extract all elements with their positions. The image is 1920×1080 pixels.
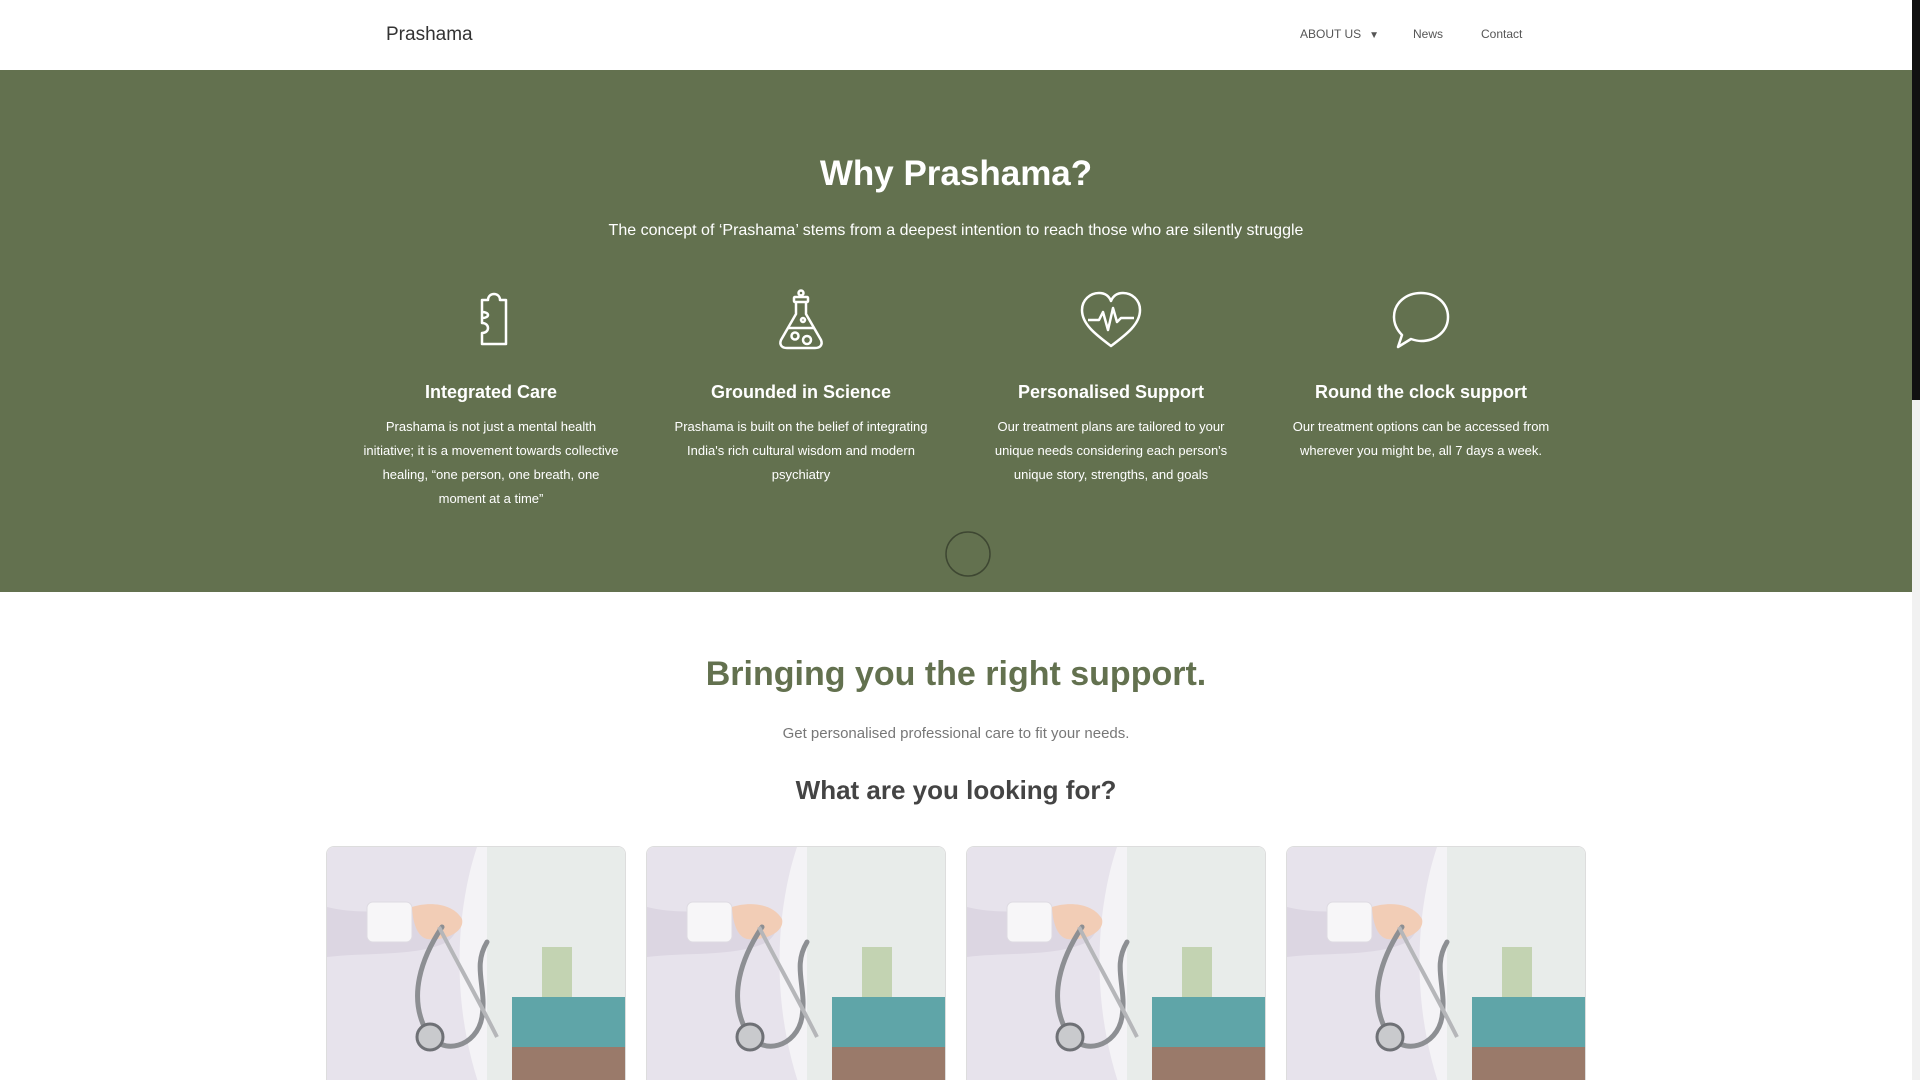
heartbeat-icon: [1080, 291, 1142, 348]
doctor-stethoscope-image: [647, 847, 945, 1080]
support-title: Bringing you the right support.: [705, 655, 1207, 693]
feature-text: Prashama is not just a mental health ini…: [363, 419, 619, 506]
site-header: Prashama ABOUT US ▼ News Contact: [0, 0, 1912, 70]
doctor-stethoscope-image: [1287, 847, 1585, 1080]
feature-grounded-in-science: Grounded in Science Prashama is built on…: [671, 288, 931, 487]
service-card[interactable]: [966, 846, 1266, 1080]
nav-about-label: ABOUT US: [1300, 27, 1362, 41]
flask-icon: [779, 289, 823, 350]
page-scrollbar-thumb[interactable]: [1912, 0, 1920, 400]
nav-contact[interactable]: Contact: [1481, 27, 1522, 41]
feature-integrated-care: Integrated Care Prashama is not just a m…: [361, 288, 621, 511]
why-prashama-section: Why Prashama? The concept of ‘Prashama’ …: [0, 70, 1912, 592]
service-card[interactable]: [1286, 846, 1586, 1080]
section-subtitle: The concept of ‘Prashama’ stems from a d…: [608, 222, 1304, 239]
doctor-stethoscope-image: [967, 847, 1265, 1080]
puzzle-icon: [480, 292, 508, 346]
feature-text: Our treatment options can be accessed fr…: [1292, 419, 1550, 458]
looking-for-heading: What are you looking for?: [795, 775, 1117, 805]
support-subtitle: Get personalised professional care to fi…: [782, 725, 1130, 742]
feature-personalised-support: Personalised Support Our treatment plans…: [981, 288, 1241, 487]
nav-about-us[interactable]: ABOUT US ▼: [1300, 27, 1379, 41]
doctor-stethoscope-image: [327, 847, 625, 1080]
brand-logo-text[interactable]: Prashama: [386, 24, 473, 46]
feature-round-the-clock: Round the clock support Our treatment op…: [1291, 288, 1551, 463]
feature-title: Grounded in Science: [710, 382, 892, 402]
feature-title: Personalised Support: [1017, 382, 1205, 402]
service-card[interactable]: [326, 846, 626, 1080]
service-card[interactable]: [646, 846, 946, 1080]
feature-title: Round the clock support: [1314, 382, 1527, 402]
section-title: Why Prashama?: [819, 154, 1093, 193]
nav-news[interactable]: News: [1413, 27, 1443, 41]
feature-text: Prashama is built on the belief of integ…: [674, 419, 928, 482]
scroll-down-circle-icon[interactable]: [944, 530, 992, 578]
chat-bubble-icon: [1392, 291, 1450, 349]
feature-title: Integrated Care: [424, 382, 558, 402]
chevron-down-icon: ▼: [1369, 30, 1380, 41]
feature-text: Our treatment plans are tailored to your…: [994, 419, 1228, 482]
